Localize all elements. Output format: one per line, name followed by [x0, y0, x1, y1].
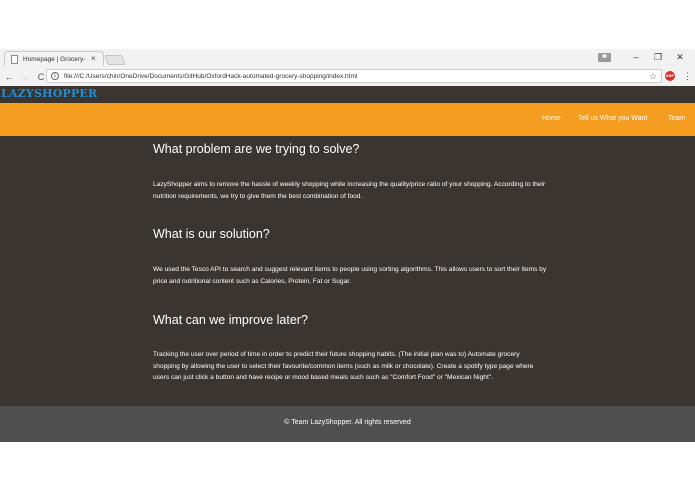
- address-bar[interactable]: i file:///C:/Users/chin/OneDrive/Documen…: [46, 69, 662, 83]
- close-button[interactable]: ✕: [669, 51, 691, 63]
- web-page: LAZYSHOPPER Home Tell us What you Want T…: [0, 86, 695, 442]
- window-controls: – ❐ ✕: [598, 51, 691, 63]
- site-logo[interactable]: LAZYSHOPPER: [1, 87, 97, 100]
- nav-link-team[interactable]: Team: [668, 115, 685, 122]
- tab-strip: Homepage | Grocery-sh × – ❐ ✕: [0, 49, 695, 66]
- section-text-solution: We used the Tesco API to search and sugg…: [153, 266, 547, 285]
- browser-menu-icon[interactable]: ⋮: [683, 70, 692, 82]
- url-text[interactable]: file:///C:/Users/chin/OneDrive/Documents…: [64, 73, 357, 80]
- info-icon[interactable]: i: [51, 72, 59, 80]
- site-navbar: Home Tell us What you Want Team: [0, 103, 695, 136]
- section-heading-improve: What can we improve later?: [153, 313, 308, 327]
- browser-toolbar: ← → C i file:///C:/Users/chin/OneDrive/D…: [0, 67, 695, 86]
- tab-title: Homepage | Grocery-sh: [23, 55, 85, 63]
- footer-copyright: © Team LazyShopper. All rights reserved: [284, 419, 411, 426]
- brand-bar: LAZYSHOPPER: [0, 86, 695, 103]
- bookmark-star-icon[interactable]: ☆: [649, 70, 657, 82]
- browser-chrome: Homepage | Grocery-sh × – ❐ ✕ ← → C i fi…: [0, 49, 695, 86]
- browser-tab[interactable]: Homepage | Grocery-sh ×: [4, 51, 104, 66]
- forward-icon[interactable]: →: [18, 72, 32, 82]
- main-content: What problem are we trying to solve? Laz…: [0, 136, 695, 406]
- nav-link-tell-us[interactable]: Tell us What you Want: [578, 115, 647, 122]
- minimize-button[interactable]: –: [625, 51, 647, 63]
- section-heading-solution: What is our solution?: [153, 227, 270, 241]
- new-tab-button[interactable]: [104, 55, 126, 65]
- user-profile-icon[interactable]: [598, 52, 611, 62]
- section-heading-problem: What problem are we trying to solve?: [153, 142, 360, 156]
- back-icon[interactable]: ←: [2, 72, 16, 82]
- nav-link-home[interactable]: Home: [542, 115, 561, 122]
- page-icon: [11, 54, 18, 64]
- tab-close-icon[interactable]: ×: [91, 55, 96, 63]
- site-footer: © Team LazyShopper. All rights reserved: [0, 406, 695, 442]
- section-text-problem: LazyShopper aims to remove the hassle of…: [153, 181, 546, 200]
- restore-button[interactable]: ❐: [647, 51, 669, 63]
- adblock-extension-icon[interactable]: ABP: [665, 71, 675, 81]
- section-text-improve: Tracking the user over period of time in…: [153, 351, 534, 381]
